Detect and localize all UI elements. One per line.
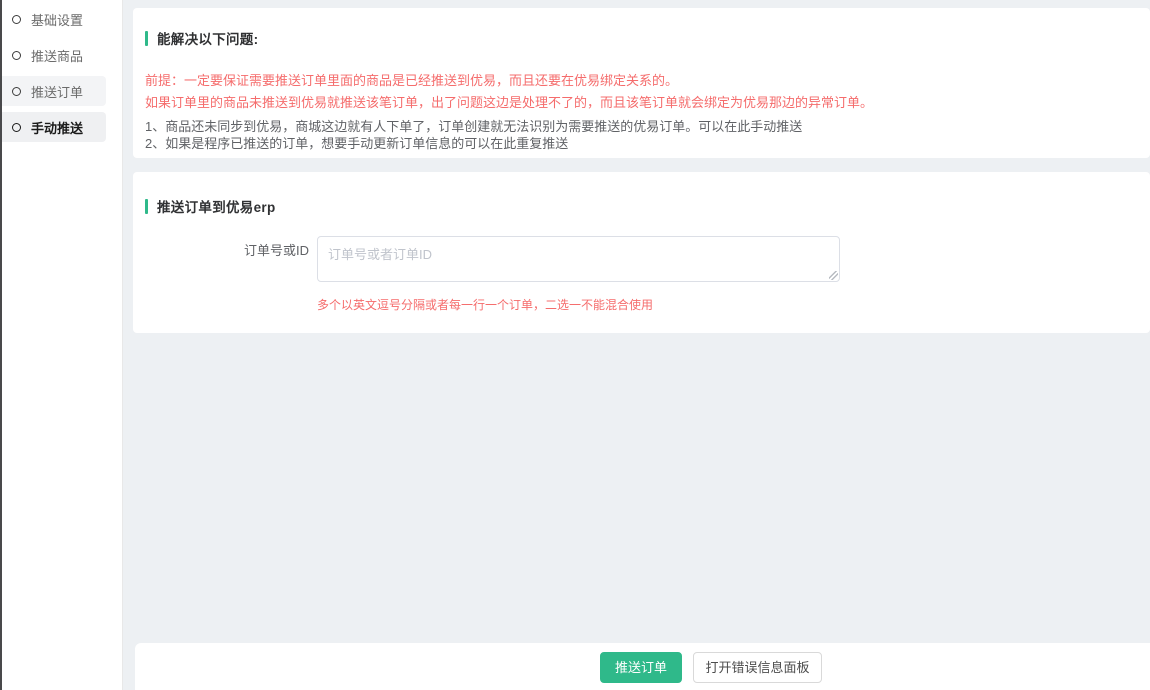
info-panel: 能解决以下问题: 前提：一定要保证需要推送订单里面的商品是已经推送到优易，而且还… xyxy=(133,8,1150,158)
accent-bar-icon xyxy=(145,31,148,46)
note-text-block: 1、商品还未同步到优易，商城这边就有人下单了，订单创建就无法识别为需要推送的优易… xyxy=(145,118,1134,152)
note-line: 1、商品还未同步到优易，商城这边就有人下单了，订单创建就无法识别为需要推送的优易… xyxy=(145,118,1134,135)
push-order-button[interactable]: 推送订单 xyxy=(600,652,682,683)
open-error-panel-button[interactable]: 打开错误信息面板 xyxy=(693,652,822,683)
sidebar-item-label: 手动推送 xyxy=(31,118,83,137)
circle-bullet-icon xyxy=(12,15,21,24)
circle-bullet-icon xyxy=(12,87,21,96)
sidebar-item-label: 基础设置 xyxy=(31,10,83,29)
order-id-textarea[interactable] xyxy=(317,236,840,282)
circle-bullet-icon xyxy=(12,51,21,60)
circle-bullet-icon xyxy=(12,123,21,132)
sidebar-item-push-orders[interactable]: 推送订单 xyxy=(0,76,106,106)
order-id-form-row: 订单号或ID xyxy=(145,236,1134,282)
sidebar-item-label: 推送商品 xyxy=(31,46,83,65)
order-id-helper-text: 多个以英文逗号分隔或者每一行一个订单，二选一不能混合使用 xyxy=(317,296,1134,313)
sidebar-item-manual-push[interactable]: 手动推送 xyxy=(0,112,106,142)
info-panel-header: 能解决以下问题: xyxy=(145,28,1134,48)
sidebar-item-basic-settings[interactable]: 基础设置 xyxy=(0,4,106,34)
sidebar-item-label: 推送订单 xyxy=(31,82,83,101)
main-content: 能解决以下问题: 前提：一定要保证需要推送订单里面的商品是已经推送到优易，而且还… xyxy=(123,0,1150,690)
push-panel-header: 推送订单到优易erp xyxy=(145,196,1134,216)
action-footer: 推送订单 打开错误信息面板 xyxy=(135,643,1150,690)
settings-sidebar: 基础设置 推送商品 推送订单 手动推送 xyxy=(0,0,123,690)
warning-line: 如果订单里的商品未推送到优易就推送该笔订单，出了问题这边是处理不了的，而且该笔订… xyxy=(145,92,1134,114)
sidebar-item-push-products[interactable]: 推送商品 xyxy=(0,40,106,70)
note-line: 2、如果是程序已推送的订单，想要手动更新订单信息的可以在此重复推送 xyxy=(145,135,1134,152)
window-edge xyxy=(0,0,2,690)
order-id-input-wrap xyxy=(317,236,840,282)
push-order-panel: 推送订单到优易erp 订单号或ID 多个以英文逗号分隔或者每一行一个订单，二选一… xyxy=(133,172,1150,333)
accent-bar-icon xyxy=(145,199,148,214)
info-panel-title: 能解决以下问题: xyxy=(157,28,258,48)
order-id-label: 订单号或ID xyxy=(145,236,317,260)
app-window: 基础设置 推送商品 推送订单 手动推送 能解决以下问题: 前提：一定要保证需要推… xyxy=(0,0,1150,690)
warning-text-block: 前提：一定要保证需要推送订单里面的商品是已经推送到优易，而且还要在优易绑定关系的… xyxy=(145,70,1134,114)
push-panel-title: 推送订单到优易erp xyxy=(157,196,276,216)
warning-line: 前提：一定要保证需要推送订单里面的商品是已经推送到优易，而且还要在优易绑定关系的… xyxy=(145,70,1134,92)
